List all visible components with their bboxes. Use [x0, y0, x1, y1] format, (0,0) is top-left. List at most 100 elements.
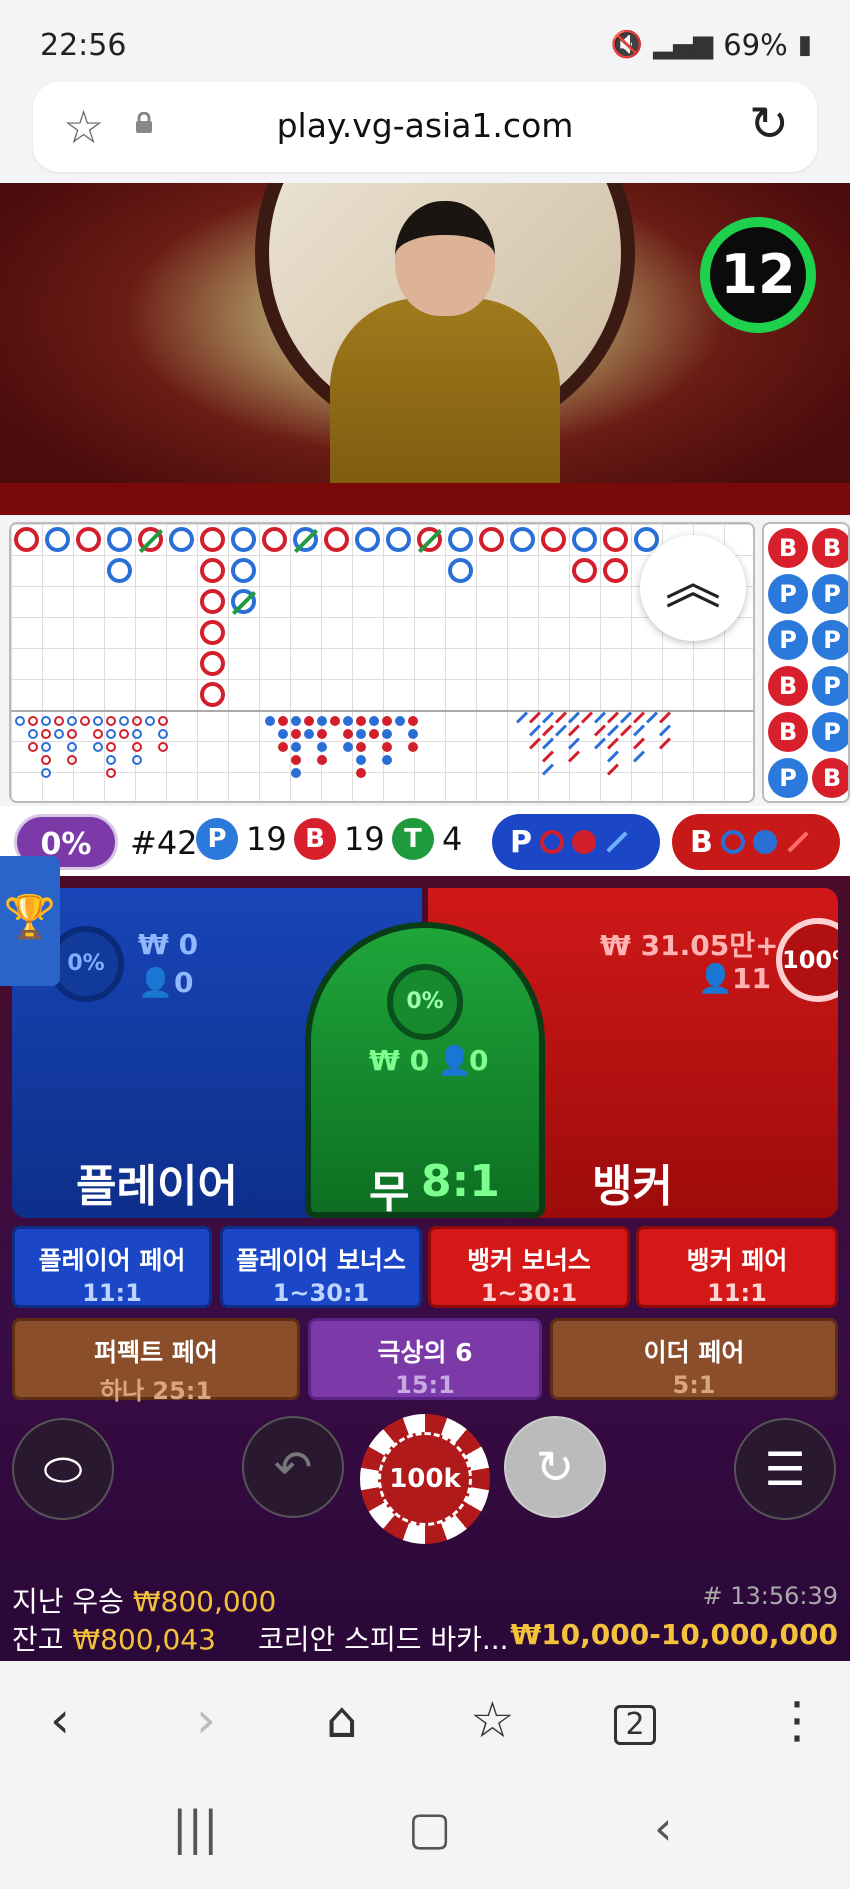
- countdown-timer: 12: [700, 217, 816, 333]
- bead-plate-bead: P: [768, 574, 808, 614]
- derived-road-mark: [343, 729, 353, 739]
- bead-plate-bead: P: [768, 620, 808, 660]
- side-bet-banker-pair[interactable]: 뱅커 페어 11:1: [636, 1226, 838, 1308]
- derived-road-mark: [343, 716, 353, 726]
- bookmarks-icon[interactable]: ☆: [470, 1691, 515, 1749]
- derived-road-mark: [632, 724, 646, 737]
- derived-road-mark: [145, 716, 155, 726]
- tabs-button[interactable]: 2: [614, 1705, 656, 1745]
- derived-road-mark: [132, 729, 142, 739]
- derived-road-mark: [317, 742, 327, 752]
- derived-road-mark: [356, 755, 366, 765]
- repeat-icon: ↻: [535, 1440, 575, 1494]
- last-win-label: 지난 우승: [12, 1585, 124, 1618]
- derived-road-mark: [304, 716, 314, 726]
- derived-road-mark: [382, 716, 392, 726]
- banker-users: 11: [732, 962, 771, 995]
- derived-road-mark: [93, 742, 103, 752]
- banker-label: 뱅커: [592, 1161, 673, 1212]
- big-road-bead: [634, 527, 659, 552]
- big-road-bead: [448, 527, 473, 552]
- table-view-icon: ⬭: [43, 1442, 83, 1496]
- scoreboard[interactable]: [9, 522, 755, 803]
- player-users: 0: [174, 966, 194, 999]
- big-road-bead: [603, 558, 628, 583]
- chip-value: 100k: [378, 1432, 472, 1526]
- side-bet-odds: 하나 25:1: [99, 1377, 213, 1405]
- battery-text: 69%: [723, 28, 788, 62]
- tie-label: 무: [369, 1167, 410, 1218]
- derived-road-mark: [119, 729, 129, 739]
- derived-road-mark: [528, 737, 542, 750]
- dealer-figure: [330, 298, 560, 498]
- big-road-bead: [541, 527, 566, 552]
- status-icons: 🔇 ▂▄▆ 69% ▮: [611, 28, 812, 62]
- banker-prediction-button[interactable]: B: [672, 814, 840, 870]
- signal-icon: ▂▄▆: [653, 30, 714, 60]
- derived-road-mark: [278, 716, 288, 726]
- side-bet-super-six[interactable]: 극상의 6 15:1: [308, 1318, 542, 1400]
- tie-count: T 4: [392, 818, 462, 860]
- undo-icon: ↶: [273, 1440, 313, 1494]
- browser-toolbar: ‹ › ⌂ ☆ 2 ⋮: [0, 1661, 850, 1781]
- derived-road-mark: [291, 742, 301, 752]
- battery-icon: ▮: [797, 30, 812, 60]
- derived-road-mark: [67, 729, 77, 739]
- derived-road-mark: [28, 729, 38, 739]
- bead-plate-bead: P: [812, 712, 848, 752]
- forward-icon[interactable]: ›: [196, 1691, 216, 1749]
- big-road-bead: [45, 527, 70, 552]
- derived-road-mark: [106, 742, 116, 752]
- reload-icon[interactable]: ↻: [749, 96, 789, 152]
- side-bet-player-bonus[interactable]: 플레이어 보너스 1~30:1: [220, 1226, 422, 1308]
- player-users-icon: 👤: [138, 966, 173, 999]
- banker-prediction-label: B: [690, 824, 713, 860]
- live-video: 12: [0, 183, 850, 515]
- derived-road-mark: [67, 755, 77, 765]
- derived-road-mark: [515, 711, 529, 724]
- side-bet-player-pair[interactable]: 플레이어 페어 11:1: [12, 1226, 212, 1308]
- player-prediction-label: P: [510, 824, 532, 860]
- recent-apps-icon[interactable]: |||: [172, 1801, 219, 1855]
- chip-selector[interactable]: 100k: [360, 1414, 490, 1544]
- table-view-button[interactable]: ⬭: [12, 1418, 114, 1520]
- menu-button[interactable]: ☰: [734, 1418, 836, 1520]
- back-icon[interactable]: ‹: [50, 1691, 70, 1749]
- big-road-bead: [200, 558, 225, 583]
- side-bet-perfect-pair[interactable]: 퍼펙트 페어 하나 25:1: [12, 1318, 300, 1405]
- trophy-button[interactable]: 🏆: [0, 856, 60, 986]
- home-nav-icon[interactable]: ▢: [408, 1801, 451, 1855]
- derived-road-mark: [606, 737, 620, 750]
- big-road-bead: [200, 589, 225, 614]
- side-bet-odds: 5:1: [672, 1371, 716, 1399]
- balance-value: ₩800,043: [72, 1623, 216, 1656]
- side-bet-either-pair[interactable]: 이더 페어 5:1: [550, 1318, 838, 1400]
- more-options-icon[interactable]: ⋮: [772, 1691, 822, 1749]
- side-bet-banker-bonus[interactable]: 뱅커 보너스 1~30:1: [428, 1226, 630, 1308]
- derived-road-mark: [369, 716, 379, 726]
- side-bet-odds: 15:1: [395, 1371, 455, 1399]
- address-bar[interactable]: ☆ play.vg-asia1.com ↻: [33, 82, 817, 172]
- derived-road-mark: [317, 716, 327, 726]
- derived-road-mark: [132, 755, 142, 765]
- tie-bet-zone[interactable]: 0% ₩ 0 👤 0 무 8:1: [305, 922, 545, 1218]
- derived-road-mark: [67, 742, 77, 752]
- derived-road-mark: [278, 729, 288, 739]
- derived-road-mark: [132, 742, 142, 752]
- undo-button[interactable]: ↶: [242, 1416, 344, 1518]
- bead-plate-bead: B: [768, 666, 808, 706]
- expand-scoreboard-button[interactable]: ︽: [640, 535, 746, 641]
- home-icon[interactable]: ⌂: [326, 1691, 358, 1749]
- player-prediction-button[interactable]: P: [492, 814, 660, 870]
- round-time: # 13:56:39: [702, 1582, 838, 1610]
- derived-road-mark: [369, 729, 379, 739]
- side-bet-label: 극상의 6: [377, 1338, 473, 1367]
- repeat-button[interactable]: ↻: [504, 1416, 606, 1518]
- big-road-bead: [76, 527, 101, 552]
- derived-road-mark: [356, 716, 366, 726]
- balance-label: 잔고: [12, 1623, 64, 1656]
- derived-road-mark: [67, 716, 77, 726]
- derived-road-mark: [158, 716, 168, 726]
- back-nav-icon[interactable]: ‹: [654, 1801, 672, 1855]
- tie-users: 0: [469, 1044, 489, 1077]
